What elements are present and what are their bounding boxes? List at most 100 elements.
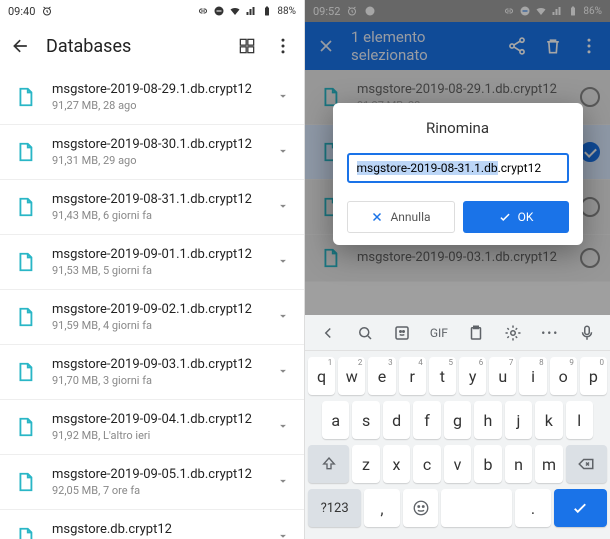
file-icon xyxy=(14,196,36,218)
key-r[interactable]: r4 xyxy=(399,357,426,395)
chevron-left-icon[interactable] xyxy=(319,324,337,342)
cancel-button[interactable]: Annulla xyxy=(347,201,455,233)
emoji-icon xyxy=(412,499,430,517)
backspace-key[interactable] xyxy=(566,445,607,483)
sticker-icon[interactable] xyxy=(393,324,411,342)
key-z[interactable]: z xyxy=(352,445,380,483)
file-icon xyxy=(14,361,36,383)
rename-input[interactable]: msgstore-2019-08-31.1.db.crypt12 xyxy=(347,153,569,183)
file-meta: 91,59 MB, 4 giorni fa xyxy=(52,319,260,332)
chevron-down-icon[interactable] xyxy=(276,363,294,382)
file-name: msgstore-2019-08-30.1.db.crypt12 xyxy=(52,137,260,152)
file-row[interactable]: msgstore-2019-09-03.1.db.crypt1291,70 MB… xyxy=(0,345,304,400)
key-m[interactable]: m xyxy=(535,445,563,483)
file-row[interactable]: msgstore-2019-08-30.1.db.crypt12 91,31 MB… xyxy=(0,125,304,180)
enter-key[interactable] xyxy=(554,489,607,527)
status-time: 09:40 xyxy=(8,5,35,18)
mic-icon[interactable] xyxy=(578,324,596,342)
search-icon[interactable] xyxy=(356,324,374,342)
file-name: msgstore-2019-09-02.1.db.crypt12 xyxy=(52,302,260,317)
gif-button[interactable]: GIF xyxy=(430,326,448,340)
keyboard: GIF ••• q1w2e3r4t5y6u7i8o9p0 asdfghjkl z… xyxy=(305,315,610,539)
key-q[interactable]: q1 xyxy=(308,357,335,395)
settings-icon[interactable] xyxy=(504,324,522,342)
key-k[interactable]: k xyxy=(535,401,562,439)
file-meta: 91,70 MB, 3 giorni fa xyxy=(52,374,260,387)
key-t[interactable]: t5 xyxy=(429,357,456,395)
chevron-down-icon[interactable] xyxy=(276,418,294,437)
key-y[interactable]: y6 xyxy=(459,357,486,395)
link-icon xyxy=(197,5,209,17)
key-d[interactable]: d xyxy=(383,401,410,439)
emoji-key[interactable] xyxy=(403,489,439,527)
file-icon xyxy=(14,306,36,328)
file-name: msgstore-2019-08-31.1.db.crypt12 xyxy=(52,192,260,207)
file-meta: 91,92 MB, L'altro ieri xyxy=(52,429,260,442)
comma-key[interactable]: , xyxy=(364,489,400,527)
ok-button[interactable]: OK xyxy=(463,201,569,233)
key-a[interactable]: a xyxy=(322,401,349,439)
symbols-key[interactable]: ?123 xyxy=(308,489,361,527)
file-name: msgstore-2019-09-04.1.db.crypt12 xyxy=(52,412,260,427)
grid-view-button[interactable] xyxy=(236,35,258,57)
backspace-icon xyxy=(577,455,595,473)
file-meta: 91,53 MB, 5 giorni fa xyxy=(52,264,260,277)
chevron-down-icon[interactable] xyxy=(276,143,294,162)
battery-pct: 88% xyxy=(277,6,296,17)
file-icon xyxy=(14,526,36,539)
file-row[interactable]: msgstore-2019-09-05.1.db.crypt1292,05 MB… xyxy=(0,455,304,510)
overflow-menu-button[interactable] xyxy=(272,35,294,57)
key-l[interactable]: l xyxy=(566,401,593,439)
file-meta: 91,31 MB, 29 ago xyxy=(52,154,260,167)
key-f[interactable]: f xyxy=(413,401,440,439)
key-h[interactable]: h xyxy=(474,401,501,439)
file-row[interactable]: msgstore-2019-08-29.1.db.crypt1291,27 MB… xyxy=(0,70,304,125)
key-c[interactable]: c xyxy=(413,445,441,483)
shift-key[interactable] xyxy=(308,445,349,483)
status-bar: 09:40 88% xyxy=(0,0,304,22)
key-e[interactable]: e3 xyxy=(368,357,395,395)
key-g[interactable]: g xyxy=(444,401,471,439)
more-icon[interactable]: ••• xyxy=(541,326,559,340)
cancel-label: Annulla xyxy=(390,210,430,224)
chevron-down-icon[interactable] xyxy=(276,528,294,539)
file-name: msgstore-2019-08-29.1.db.crypt12 xyxy=(52,82,260,97)
key-v[interactable]: v xyxy=(444,445,472,483)
check-icon xyxy=(498,210,512,224)
file-list: msgstore-2019-08-29.1.db.crypt1291,27 MB… xyxy=(0,70,304,539)
back-button[interactable] xyxy=(10,35,32,57)
page-title: Databases xyxy=(46,36,222,57)
file-row[interactable]: msgstore-2019-09-02.1.db.crypt12 91,59 MB… xyxy=(0,290,304,345)
key-b[interactable]: b xyxy=(474,445,502,483)
period-key[interactable]: . xyxy=(515,489,551,527)
key-s[interactable]: s xyxy=(352,401,379,439)
chevron-down-icon[interactable] xyxy=(276,198,294,217)
chevron-down-icon[interactable] xyxy=(276,473,294,492)
space-key[interactable] xyxy=(441,489,512,527)
key-o[interactable]: o9 xyxy=(550,357,577,395)
chevron-down-icon[interactable] xyxy=(276,308,294,327)
shift-icon xyxy=(321,456,337,472)
key-x[interactable]: x xyxy=(383,445,411,483)
key-u[interactable]: u7 xyxy=(489,357,516,395)
key-p[interactable]: p0 xyxy=(580,357,607,395)
file-icon xyxy=(14,251,36,273)
key-i[interactable]: i8 xyxy=(519,357,546,395)
dnd-icon xyxy=(213,5,225,17)
phone-right: 09:52 86% 1 elemento selezionato msgstor… xyxy=(305,0,610,539)
file-row[interactable]: msgstore-2019-08-31.1.db.crypt1291,43 MB… xyxy=(0,180,304,235)
key-j[interactable]: j xyxy=(505,401,532,439)
clipboard-icon[interactable] xyxy=(467,324,485,342)
file-icon xyxy=(14,471,36,493)
file-row[interactable]: msgstore-2019-09-04.1.db.crypt12 91,92 MB… xyxy=(0,400,304,455)
keyboard-toolbar: GIF ••• xyxy=(305,315,610,351)
file-row[interactable]: msgstore-2019-09-01.1.db.crypt1291,53 MB… xyxy=(0,235,304,290)
file-row[interactable]: msgstore.db.crypt1292,06 MB, 15 minuti f… xyxy=(0,510,304,539)
chevron-down-icon[interactable] xyxy=(276,88,294,107)
rename-dialog: Rinomina msgstore-2019-08-31.1.db.crypt1… xyxy=(333,103,583,245)
phone-left: 09:40 88% Databases msgstore-2019-08-29.… xyxy=(0,0,305,539)
file-meta: 92,05 MB, 7 ore fa xyxy=(52,484,260,497)
chevron-down-icon[interactable] xyxy=(276,253,294,272)
key-w[interactable]: w2 xyxy=(338,357,365,395)
key-n[interactable]: n xyxy=(505,445,533,483)
